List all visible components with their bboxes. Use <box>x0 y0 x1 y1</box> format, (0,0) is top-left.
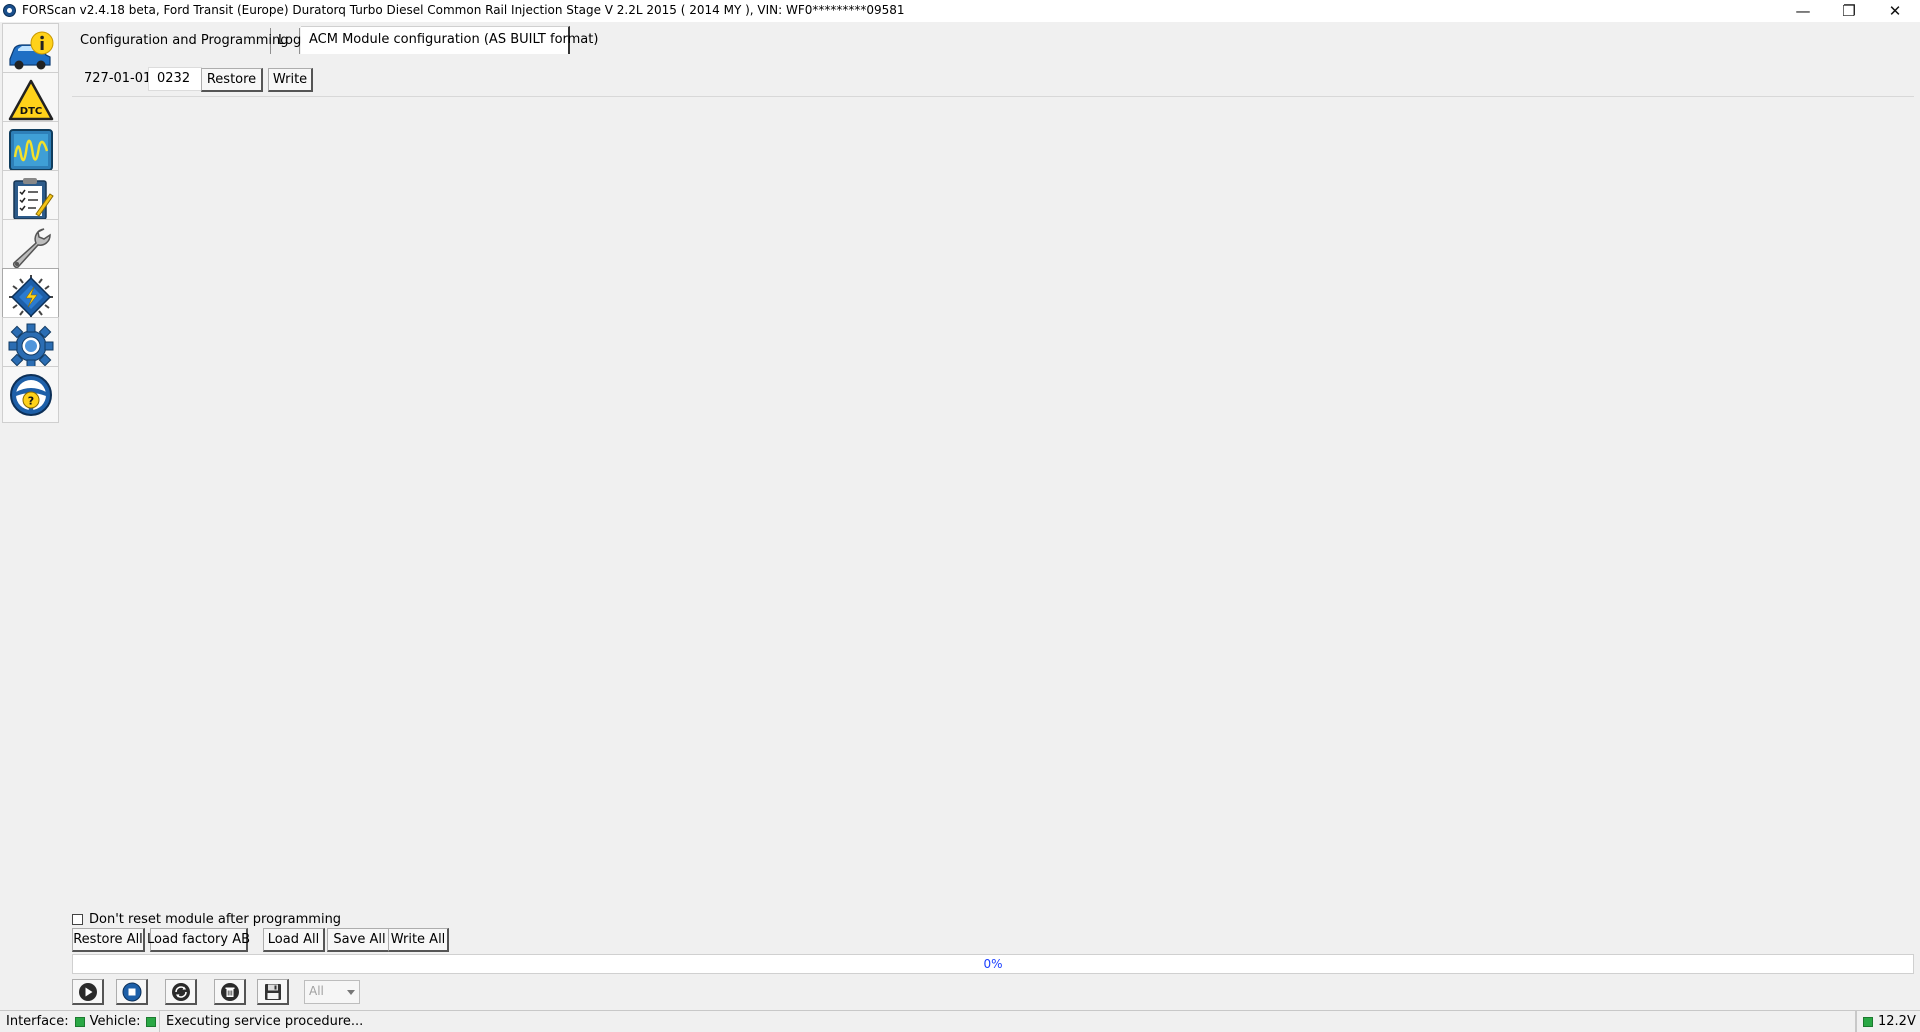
wrench-icon <box>12 227 51 268</box>
progress-bar: 0% <box>72 954 1914 974</box>
chevron-down-icon <box>347 990 355 995</box>
title-bar: FORScan v2.4.18 beta, Ford Transit (Euro… <box>0 0 1920 22</box>
restore-icon: ❐ <box>1842 2 1856 20</box>
interface-status-led-icon <box>74 1016 85 1027</box>
battery-voltage: 12.2V <box>1856 1011 1920 1032</box>
dtc-warning-icon: DTC <box>8 79 53 120</box>
restore-button[interactable]: ❐ <box>1826 0 1872 22</box>
minimize-button[interactable]: — <box>1780 0 1826 22</box>
vehicle-status-led-icon <box>146 1016 157 1027</box>
floppy-disk-icon <box>264 983 281 1000</box>
sidebar: DTC ? <box>0 22 61 506</box>
reset-label: Don't reset module after programming <box>89 911 342 927</box>
chip-icon <box>8 274 53 319</box>
status-bar: Interface: Vehicle: Executing service pro… <box>0 1010 1920 1032</box>
checklist-icon <box>12 177 54 220</box>
module-address-label: 727-01-01 <box>84 71 152 86</box>
play-icon <box>78 982 97 1001</box>
vehicle-label: Vehicle: <box>89 1014 141 1029</box>
filter-select[interactable]: All <box>304 980 360 1004</box>
status-message: Executing service procedure... <box>160 1011 1856 1032</box>
save-log-button[interactable] <box>257 979 289 1005</box>
stop-icon <box>122 982 141 1001</box>
progress-text: 0% <box>983 957 1003 971</box>
restore-all-button[interactable]: Restore All <box>72 928 145 952</box>
refresh-cycle-icon <box>171 982 190 1001</box>
refresh-button[interactable] <box>165 979 197 1005</box>
clear-button[interactable] <box>214 979 246 1005</box>
restore-button[interactable]: Restore <box>201 68 263 92</box>
close-button[interactable]: ✕ <box>1872 0 1918 22</box>
module-value-field[interactable]: 0232 <box>148 67 202 91</box>
load-factory-ab-button[interactable]: Load factory AB <box>147 928 250 952</box>
help-wheel-icon: ? <box>9 373 52 416</box>
voltage-status-led-icon <box>1863 1016 1873 1027</box>
play-button[interactable] <box>72 979 104 1005</box>
sidebar-item-help[interactable]: ? <box>2 366 59 423</box>
dtc-label: DTC <box>19 106 41 117</box>
gear-icon <box>8 323 53 368</box>
app-icon <box>3 4 16 17</box>
window-title: FORScan v2.4.18 beta, Ford Transit (Euro… <box>22 3 905 17</box>
tab-configuration-and-programming[interactable]: Configuration and Programming <box>72 28 289 54</box>
write-all-button[interactable]: Write All <box>388 928 449 952</box>
minimize-icon: — <box>1795 2 1811 20</box>
tab-log[interactable]: Log <box>272 28 301 54</box>
close-icon: ✕ <box>1888 2 1902 20</box>
content-divider <box>72 96 1914 97</box>
connection-status: Interface: Vehicle: <box>0 1011 160 1032</box>
save-all-button[interactable]: Save All <box>327 928 393 952</box>
write-button[interactable]: Write <box>268 68 313 92</box>
reset-checkbox[interactable] <box>72 913 83 925</box>
load-all-button[interactable]: Load All <box>263 928 325 952</box>
car-info-icon <box>8 31 53 69</box>
voltage-value: 12.2V <box>1878 1014 1916 1029</box>
filter-value: All <box>309 984 324 998</box>
interface-label: Interface: <box>6 1014 69 1029</box>
stop-button[interactable] <box>116 979 148 1005</box>
help-label: ? <box>27 394 33 407</box>
waveform-icon <box>8 128 53 171</box>
reset-option[interactable]: Don't reset module after programming <box>72 910 341 928</box>
trash-icon <box>220 982 239 1001</box>
tab-acm-module-configuration[interactable]: ACM Module configuration (AS BUILT forma… <box>301 26 598 54</box>
